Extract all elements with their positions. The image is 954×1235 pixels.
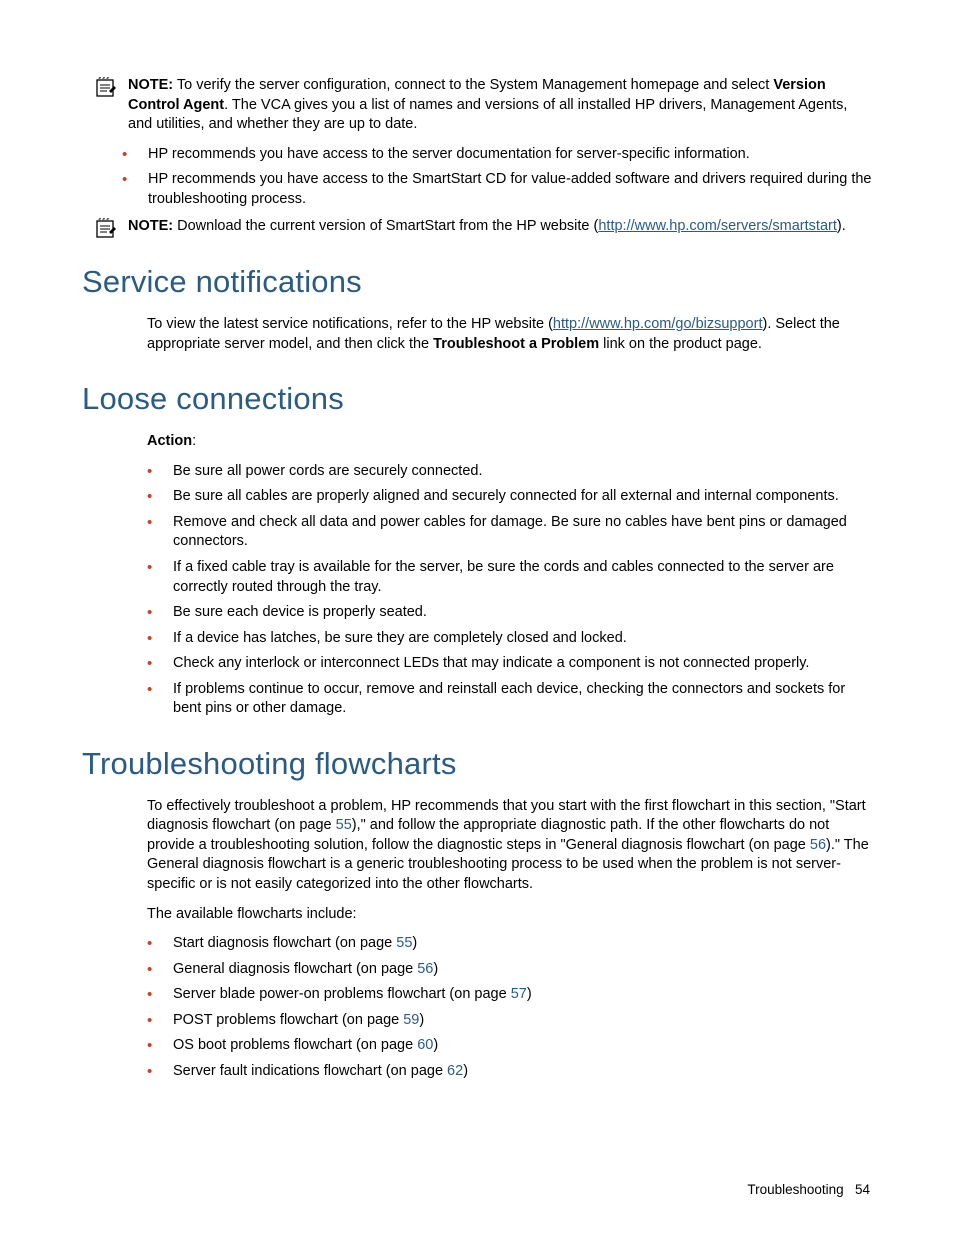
list-item: Server blade power-on problems flowchart… — [147, 985, 874, 1005]
list-item: Remove and check all data and power cabl… — [147, 513, 874, 552]
document-page: NOTE: To verify the server configuration… — [0, 0, 954, 1235]
note2-t1: Download the current version of SmartSta… — [177, 218, 598, 234]
bullet-list-1: HP recommends you have access to the ser… — [122, 145, 874, 210]
note-icon — [94, 217, 118, 237]
list-item: HP recommends you have access to the ser… — [122, 145, 874, 165]
list-item: Check any interlock or interconnect LEDs… — [147, 654, 874, 674]
list-item: General diagnosis flowchart (on page 56) — [147, 960, 874, 980]
note-block-1: NOTE: To verify the server configuration… — [82, 76, 874, 135]
page-footer: Troubleshooting 54 — [747, 1181, 870, 1199]
text: To view the latest service notifications… — [147, 316, 553, 332]
loose-connections-list: Be sure all power cords are securely con… — [147, 462, 874, 719]
note-text-1: NOTE: To verify the server configuration… — [128, 76, 874, 135]
list-item: If problems continue to occur, remove an… — [147, 680, 874, 719]
heading-troubleshooting-flowcharts: Troubleshooting flowcharts — [82, 743, 874, 785]
bizsupport-link[interactable]: http://www.hp.com/go/bizsupport — [553, 316, 763, 332]
page-ref[interactable]: 55 — [396, 935, 412, 951]
list-item: Be sure all cables are properly aligned … — [147, 487, 874, 507]
footer-page: 54 — [855, 1182, 870, 1197]
section3-p2: The available flowcharts include: — [147, 905, 874, 925]
note-block-2: NOTE: Download the current version of Sm… — [82, 217, 874, 237]
text: Start diagnosis flowchart (on page — [173, 935, 396, 951]
text: ) — [419, 1012, 424, 1028]
note-label: NOTE: — [128, 218, 173, 234]
list-item: Be sure all power cords are securely con… — [147, 462, 874, 482]
list-item: Start diagnosis flowchart (on page 55) — [147, 934, 874, 954]
note-icon — [94, 76, 118, 96]
note-text-2: NOTE: Download the current version of Sm… — [128, 217, 874, 237]
text: ) — [433, 961, 438, 977]
text: ) — [412, 935, 417, 951]
text: POST problems flowchart (on page — [173, 1012, 403, 1028]
heading-loose-connections: Loose connections — [82, 378, 874, 420]
flowcharts-list: Start diagnosis flowchart (on page 55) G… — [147, 934, 874, 1081]
list-item: HP recommends you have access to the Sma… — [122, 170, 874, 209]
text: ) — [433, 1037, 438, 1053]
text-bold: Troubleshoot a Problem — [433, 336, 599, 352]
note-label: NOTE: — [128, 77, 173, 93]
page-ref[interactable]: 57 — [511, 986, 527, 1002]
section1-p1: To view the latest service notifications… — [147, 315, 874, 354]
text: ) — [527, 986, 532, 1002]
section3-p1: To effectively troubleshoot a problem, H… — [147, 797, 874, 895]
text: General diagnosis flowchart (on page — [173, 961, 417, 977]
list-item: Server fault indications flowchart (on p… — [147, 1062, 874, 1082]
page-ref[interactable]: 59 — [403, 1012, 419, 1028]
text: ) — [463, 1063, 468, 1079]
page-ref[interactable]: 60 — [417, 1037, 433, 1053]
text: link on the product page. — [599, 336, 762, 352]
page-ref[interactable]: 56 — [417, 961, 433, 977]
page-ref[interactable]: 62 — [447, 1063, 463, 1079]
list-item: OS boot problems flowchart (on page 60) — [147, 1036, 874, 1056]
action-text: Action — [147, 433, 192, 449]
page-ref[interactable]: 56 — [810, 837, 826, 853]
text: Server blade power-on problems flowchart… — [173, 986, 511, 1002]
section1-body: To view the latest service notifications… — [147, 315, 874, 354]
section2-body: Action: Be sure all power cords are secu… — [147, 432, 874, 719]
page-ref[interactable]: 55 — [336, 817, 352, 833]
text: Server fault indications flowchart (on p… — [173, 1063, 447, 1079]
list-item: If a device has latches, be sure they ar… — [147, 629, 874, 649]
heading-service-notifications: Service notifications — [82, 261, 874, 303]
list-item: POST problems flowchart (on page 59) — [147, 1011, 874, 1031]
smartstart-link[interactable]: http://www.hp.com/servers/smartstart — [598, 218, 837, 234]
text: OS boot problems flowchart (on page — [173, 1037, 417, 1053]
list-item: Be sure each device is properly seated. — [147, 603, 874, 623]
note1-t2: . The VCA gives you a list of names and … — [128, 97, 847, 133]
footer-section: Troubleshooting — [747, 1182, 843, 1197]
note2-t2: ). — [837, 218, 846, 234]
list-item: If a fixed cable tray is available for t… — [147, 558, 874, 597]
note1-t1: To verify the server configuration, conn… — [177, 77, 773, 93]
section3-body: To effectively troubleshoot a problem, H… — [147, 797, 874, 1082]
action-label: Action: — [147, 432, 874, 452]
